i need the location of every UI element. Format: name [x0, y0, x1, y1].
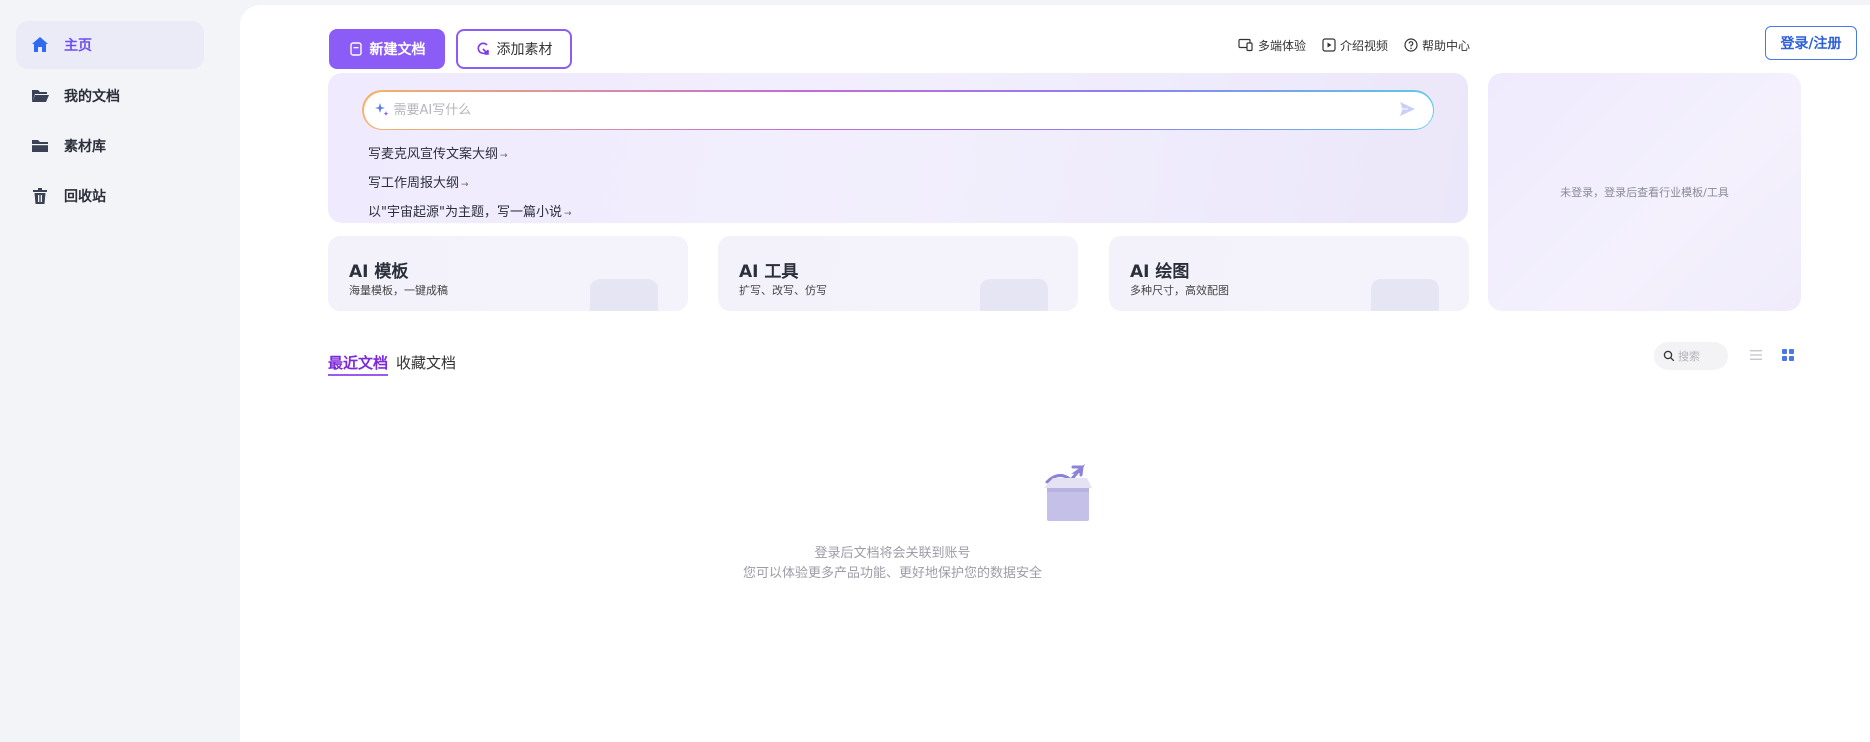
help-center-link[interactable]: 帮助中心 [1404, 33, 1470, 57]
help-center-label: 帮助中心 [1422, 38, 1471, 53]
search-icon [1663, 350, 1675, 362]
ai-suggestion-text: 写麦克风宣传文案大纲 [368, 147, 499, 162]
feature-subtitle: 扩写、改写、仿写 [739, 284, 827, 297]
tab-recent-docs[interactable]: 最近文档 [328, 352, 389, 376]
play-icon [1322, 38, 1336, 52]
new-document-button[interactable]: 新建文档 [329, 29, 445, 69]
home-icon [30, 35, 50, 55]
sidebar-item-label: 主页 [64, 38, 92, 54]
grid-view-button[interactable] [1781, 347, 1795, 366]
ai-suggestion-item[interactable]: 写工作周报大纲 → [368, 172, 469, 191]
feature-title: AI 工具 [739, 262, 799, 282]
feature-card-ai-templates[interactable]: AI 模板 海量模板，一键成稿 [328, 236, 688, 311]
devices-icon [1238, 38, 1254, 52]
empty-state-description: 您可以体验更多产品功能、更好地保护您的数据安全 [742, 566, 1042, 581]
feature-title: AI 模板 [349, 262, 409, 282]
grid-view-icon [1781, 347, 1795, 366]
ai-prompt-input[interactable] [393, 102, 1354, 118]
multi-device-label: 多端体验 [1258, 38, 1307, 53]
document-icon [349, 42, 363, 56]
industry-templates-panel: 未登录，登录后查看行业模板/工具 [1488, 73, 1801, 311]
not-logged-in-message: 未登录，登录后查看行业模板/工具 [1560, 186, 1729, 199]
ai-suggestion-item[interactable]: 以"宇宙起源"为主题，写一篇小说 → [368, 201, 572, 220]
sidebar-item-trash[interactable]: 回收站 [16, 172, 204, 220]
add-material-icon [476, 42, 490, 56]
feature-card-ai-drawing[interactable]: AI 绘图 多种尺寸，高效配图 [1109, 236, 1469, 311]
drawing-illustration-icon [1371, 279, 1439, 311]
ai-prompt-card: 写麦克风宣传文案大纲→ 写工作周报大纲→ 以"宇宙起源"为主题，写一篇小说→ [328, 73, 1468, 223]
login-register-button[interactable]: 登录/注册 [1765, 26, 1857, 60]
empty-state-title: 登录后文档将会关联到账号 [814, 546, 971, 561]
multi-device-link[interactable]: 多端体验 [1238, 33, 1306, 57]
add-material-label: 添加素材 [496, 42, 553, 58]
feature-card-ai-tools[interactable]: AI 工具 扩写、改写、仿写 [718, 236, 1078, 311]
doc-search-input[interactable] [1678, 349, 1722, 363]
main-panel: 新建文档 添加素材 多端体验 介绍视频 帮助中心 登录/注册 需要AI写什么 写… [240, 5, 1870, 742]
add-material-button[interactable]: 添加素材 [456, 29, 572, 69]
folder-open-icon [30, 86, 50, 106]
arrow-right-icon: → [563, 209, 572, 219]
list-view-button[interactable] [1749, 347, 1763, 366]
feature-subtitle: 多种尺寸，高效配图 [1130, 284, 1229, 297]
send-icon[interactable] [1399, 101, 1416, 117]
sidebar-item-label: 我的文档 [64, 89, 120, 105]
tools-illustration-icon [980, 279, 1048, 311]
trash-icon [30, 186, 50, 206]
ai-prompt-input-frame [362, 90, 1434, 130]
feature-title: AI 绘图 [1130, 262, 1190, 282]
ai-suggestion-item[interactable]: 写麦克风宣传文案大纲 → [368, 143, 508, 162]
intro-video-link[interactable]: 介绍视频 [1322, 33, 1388, 57]
help-icon [1404, 38, 1418, 52]
sparkle-icon [374, 102, 390, 118]
ai-suggestion-text: 写工作周报大纲 [368, 176, 460, 191]
arrow-right-icon: → [500, 151, 508, 161]
sidebar-item-my-docs[interactable]: 我的文档 [16, 72, 204, 120]
doc-search [1654, 342, 1728, 370]
list-view-icon [1749, 347, 1763, 366]
ai-suggestion-text: 以"宇宙起源"为主题，写一篇小说 [368, 205, 562, 220]
sidebar-item-label: 回收站 [64, 189, 106, 205]
sidebar-item-label: 素材库 [64, 139, 106, 155]
empty-box-illustration-icon [1035, 460, 1105, 534]
feature-subtitle: 海量模板，一键成稿 [349, 284, 448, 297]
folder-icon [30, 136, 50, 156]
new-document-label: 新建文档 [369, 42, 426, 58]
template-illustration-icon [590, 279, 658, 311]
sidebar-item-materials[interactable]: 素材库 [16, 122, 204, 170]
sidebar-item-home[interactable]: 主页 [16, 21, 204, 69]
intro-video-label: 介绍视频 [1340, 38, 1389, 53]
tab-favorite-docs[interactable]: 收藏文档 [396, 352, 456, 373]
arrow-right-icon: → [461, 180, 469, 190]
sidebar: 主页 我的文档 素材库 回收站 [0, 0, 240, 742]
